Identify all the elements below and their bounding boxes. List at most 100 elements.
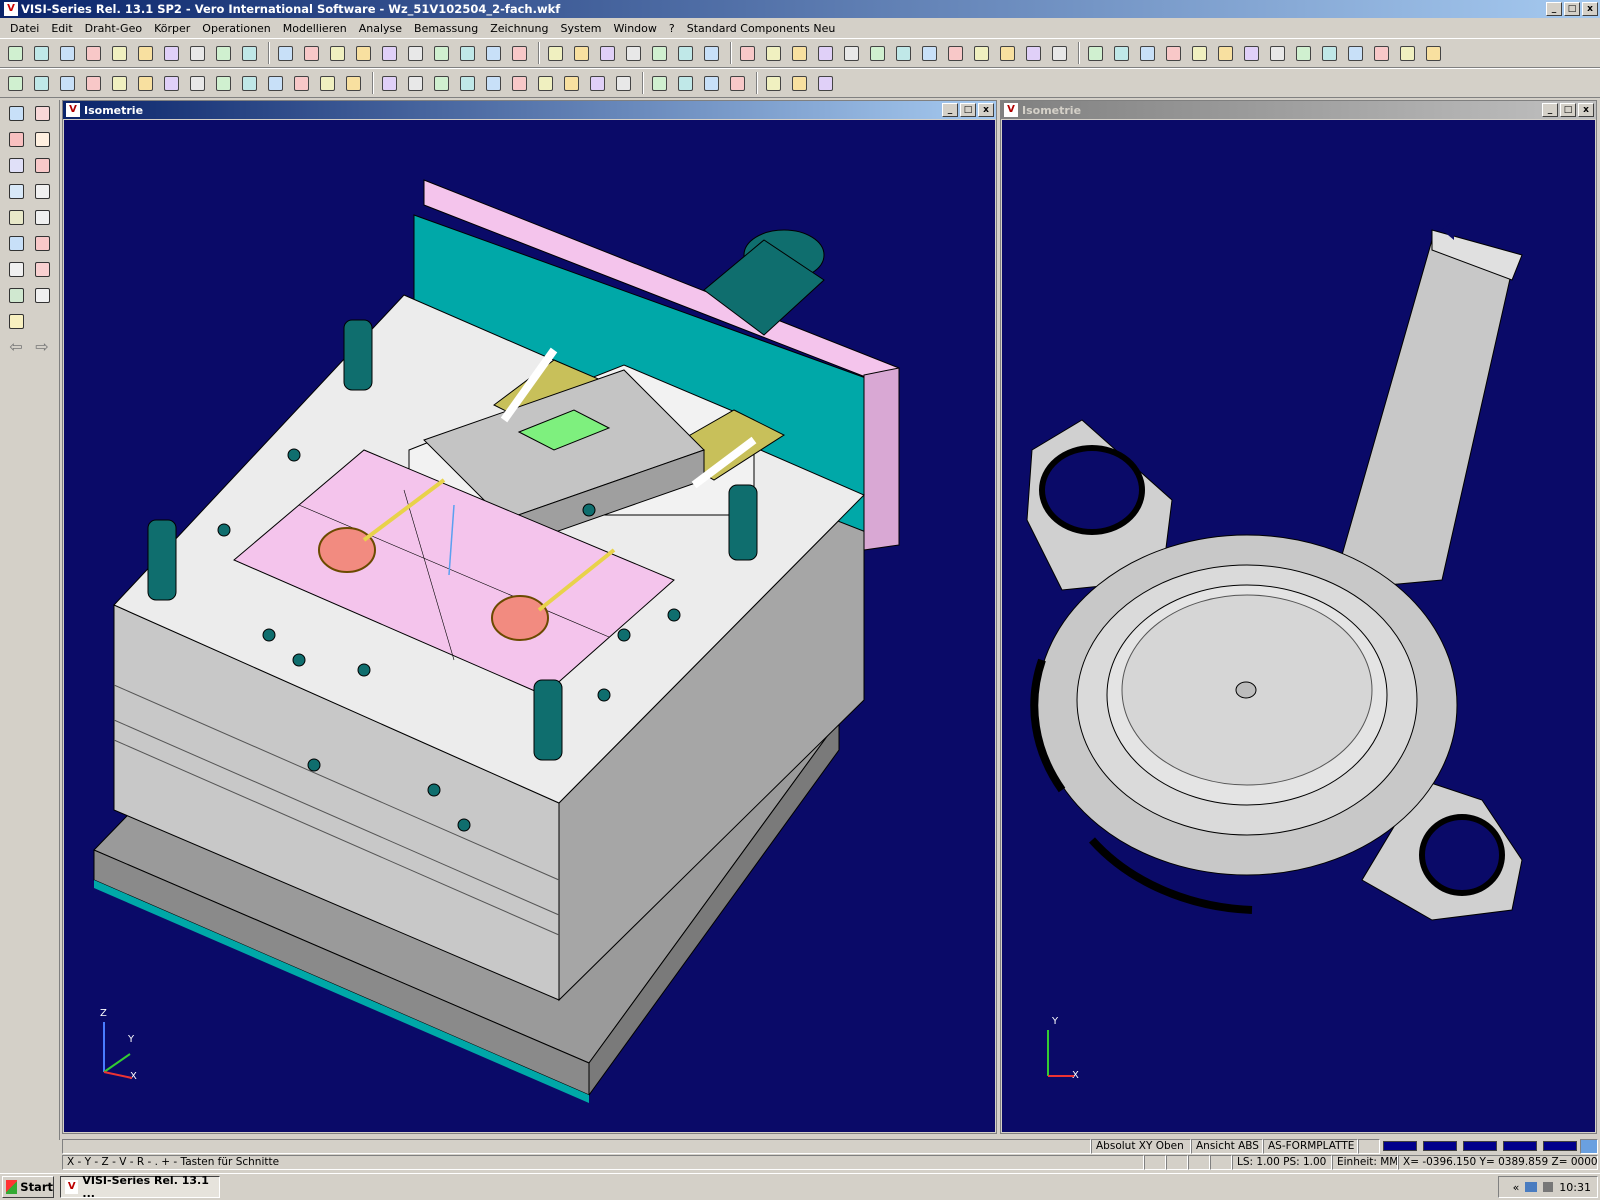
tb2-tool-icon-17[interactable]: [456, 72, 478, 94]
tb2-tool-icon-2[interactable]: [56, 72, 78, 94]
tb1-tool-icon-38[interactable]: [1022, 42, 1044, 64]
tb2-tool-icon-11[interactable]: [290, 72, 312, 94]
offset-tool-icon[interactable]: [32, 155, 52, 175]
tb1-tool-icon-49[interactable]: [1318, 42, 1340, 64]
circle-tool-icon[interactable]: [32, 207, 52, 227]
tb1-tool-icon-25[interactable]: [674, 42, 696, 64]
color-swatch-1[interactable]: [1383, 1141, 1417, 1151]
spline-tool-icon[interactable]: [32, 181, 52, 201]
menu-window[interactable]: Window: [608, 22, 663, 35]
box-tool-icon[interactable]: [32, 233, 52, 253]
viewport-left-canvas[interactable]: Z Y X: [64, 120, 995, 1132]
tb2-tool-icon-0[interactable]: [4, 72, 26, 94]
tb1-tool-icon-40[interactable]: [1084, 42, 1106, 64]
minimize-button[interactable]: _: [1546, 2, 1562, 16]
tb1-tool-icon-29[interactable]: [788, 42, 810, 64]
tb2-tool-icon-24[interactable]: [648, 72, 670, 94]
volume-icon[interactable]: [1543, 1182, 1554, 1192]
tb1-tool-icon-28[interactable]: [762, 42, 784, 64]
forward-arrow-icon[interactable]: ⇨: [32, 337, 52, 357]
menu-help[interactable]: ?: [663, 22, 681, 35]
color-swatch-5[interactable]: [1543, 1141, 1577, 1151]
tb1-tool-icon-2[interactable]: [56, 42, 78, 64]
tb1-tool-icon-46[interactable]: [1240, 42, 1262, 64]
zoom-window-icon[interactable]: [6, 181, 26, 201]
menu-zeichnung[interactable]: Zeichnung: [484, 22, 554, 35]
tb1-tool-icon-45[interactable]: [1214, 42, 1236, 64]
viewport-right-caption[interactable]: V Isometrie _ □ x: [1001, 101, 1596, 119]
tb2-tool-icon-18[interactable]: [482, 72, 504, 94]
color-swatch-4[interactable]: [1503, 1141, 1537, 1151]
tb2-tool-icon-23[interactable]: [612, 72, 634, 94]
tb1-tool-icon-7[interactable]: [186, 42, 208, 64]
tb1-tool-icon-26[interactable]: [700, 42, 722, 64]
viewport-left-close[interactable]: x: [978, 103, 994, 117]
tray-chevron-icon[interactable]: «: [1513, 1181, 1520, 1194]
select-tool-icon[interactable]: [6, 103, 26, 123]
menu-system[interactable]: System: [554, 22, 607, 35]
query-tool-icon[interactable]: [6, 259, 26, 279]
menu-draht-geo[interactable]: Draht-Geo: [79, 22, 148, 35]
menu-analyse[interactable]: Analyse: [353, 22, 408, 35]
back-arrow-icon[interactable]: ⇦: [6, 337, 26, 357]
menu-edit[interactable]: Edit: [45, 22, 78, 35]
transform-tool-icon[interactable]: [6, 155, 26, 175]
tb1-tool-icon-35[interactable]: [944, 42, 966, 64]
tb2-tool-icon-16[interactable]: [430, 72, 452, 94]
tb1-tool-icon-36[interactable]: [970, 42, 992, 64]
tb1-tool-icon-53[interactable]: [1422, 42, 1444, 64]
maximize-button[interactable]: □: [1564, 2, 1580, 16]
tb1-tool-icon-44[interactable]: [1188, 42, 1210, 64]
undo-tool-icon[interactable]: [32, 285, 52, 305]
tb2-tool-icon-14[interactable]: [378, 72, 400, 94]
tb1-tool-icon-0[interactable]: [4, 42, 26, 64]
tb1-tool-icon-47[interactable]: [1266, 42, 1288, 64]
tb1-tool-icon-33[interactable]: [892, 42, 914, 64]
tb1-tool-icon-3[interactable]: [82, 42, 104, 64]
close-button[interactable]: x: [1582, 2, 1598, 16]
paint-tool-icon[interactable]: [6, 233, 26, 253]
tb1-tool-icon-21[interactable]: [570, 42, 592, 64]
tb1-tool-icon-22[interactable]: [596, 42, 618, 64]
tb2-tool-icon-3[interactable]: [82, 72, 104, 94]
tb2-tool-icon-1[interactable]: [30, 72, 52, 94]
viewport-left-minimize[interactable]: _: [942, 103, 958, 117]
angle-tool-icon[interactable]: [32, 103, 52, 123]
tb2-tool-icon-10[interactable]: [264, 72, 286, 94]
tb2-tool-icon-28[interactable]: [762, 72, 784, 94]
viewport-app-icon[interactable]: V: [66, 103, 80, 117]
curve-tool-icon[interactable]: [32, 129, 52, 149]
tb2-tool-icon-12[interactable]: [316, 72, 338, 94]
tb1-tool-icon-48[interactable]: [1292, 42, 1314, 64]
tb1-tool-icon-17[interactable]: [456, 42, 478, 64]
tb1-tool-icon-52[interactable]: [1396, 42, 1418, 64]
tb1-tool-icon-1[interactable]: [30, 42, 52, 64]
globe-icon[interactable]: [1580, 1138, 1598, 1154]
tb1-tool-icon-43[interactable]: [1162, 42, 1184, 64]
tb1-tool-icon-31[interactable]: [840, 42, 862, 64]
lock-toggle-icon[interactable]: [1188, 1154, 1210, 1170]
tb2-tool-icon-30[interactable]: [814, 72, 836, 94]
menu-bemassung[interactable]: Bemassung: [408, 22, 484, 35]
tb1-tool-icon-51[interactable]: [1370, 42, 1392, 64]
viewport-right-close[interactable]: x: [1578, 103, 1594, 117]
tb2-tool-icon-19[interactable]: [508, 72, 530, 94]
viewport-left-maximize[interactable]: □: [960, 103, 976, 117]
tb1-tool-icon-27[interactable]: [736, 42, 758, 64]
clock[interactable]: 10:31: [1559, 1181, 1591, 1194]
tb1-tool-icon-11[interactable]: [300, 42, 322, 64]
viewport-right-minimize[interactable]: _: [1542, 103, 1558, 117]
tb2-tool-icon-5[interactable]: [134, 72, 156, 94]
tb1-tool-icon-14[interactable]: [378, 42, 400, 64]
viewport-right-maximize[interactable]: □: [1560, 103, 1576, 117]
tb1-tool-icon-50[interactable]: [1344, 42, 1366, 64]
network-icon[interactable]: [1525, 1182, 1538, 1192]
tb1-tool-icon-23[interactable]: [622, 42, 644, 64]
snap-toggle-icon[interactable]: [1166, 1154, 1188, 1170]
tb1-tool-icon-39[interactable]: [1048, 42, 1070, 64]
tb2-tool-icon-27[interactable]: [726, 72, 748, 94]
tb1-tool-icon-13[interactable]: [352, 42, 374, 64]
tb1-tool-icon-18[interactable]: [482, 42, 504, 64]
viewport-window-right[interactable]: V Isometrie _ □ x Y X: [1000, 100, 1597, 1134]
viewport-left-caption[interactable]: V Isometrie _ □ x: [63, 101, 996, 119]
